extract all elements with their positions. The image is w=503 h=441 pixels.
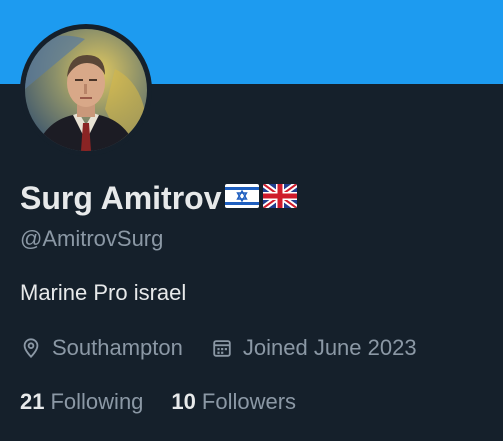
flag-israel-icon <box>224 183 260 214</box>
location-text: Southampton <box>52 335 183 360</box>
followers-link[interactable]: 10 Followers <box>171 389 296 415</box>
followers-count: 10 <box>171 389 196 414</box>
joined-item: Joined June 2023 <box>211 335 417 361</box>
display-name: Surg Amitrov <box>20 179 222 216</box>
location-pin-icon <box>23 338 39 359</box>
flag-united-kingdom-icon <box>262 183 298 214</box>
profile-meta: Southampton Joined June 2023 <box>20 333 417 363</box>
joined-date-text: Joined June 2023 <box>242 335 417 360</box>
location-item: Southampton <box>20 335 183 361</box>
avatar[interactable] <box>25 29 147 151</box>
following-count: 21 <box>20 389 45 414</box>
following-label: Following <box>50 389 144 414</box>
display-name-row: Surg Amitrov <box>20 178 298 218</box>
followers-label: Followers <box>201 389 297 414</box>
following-link[interactable]: 21 Following <box>20 389 143 415</box>
follow-stats: 21 Following 10 Followers <box>20 387 296 417</box>
calendar-icon <box>213 340 231 357</box>
profile-bio: Marine Pro israel <box>20 280 187 305</box>
user-handle: @AmitrovSurg <box>20 226 164 251</box>
